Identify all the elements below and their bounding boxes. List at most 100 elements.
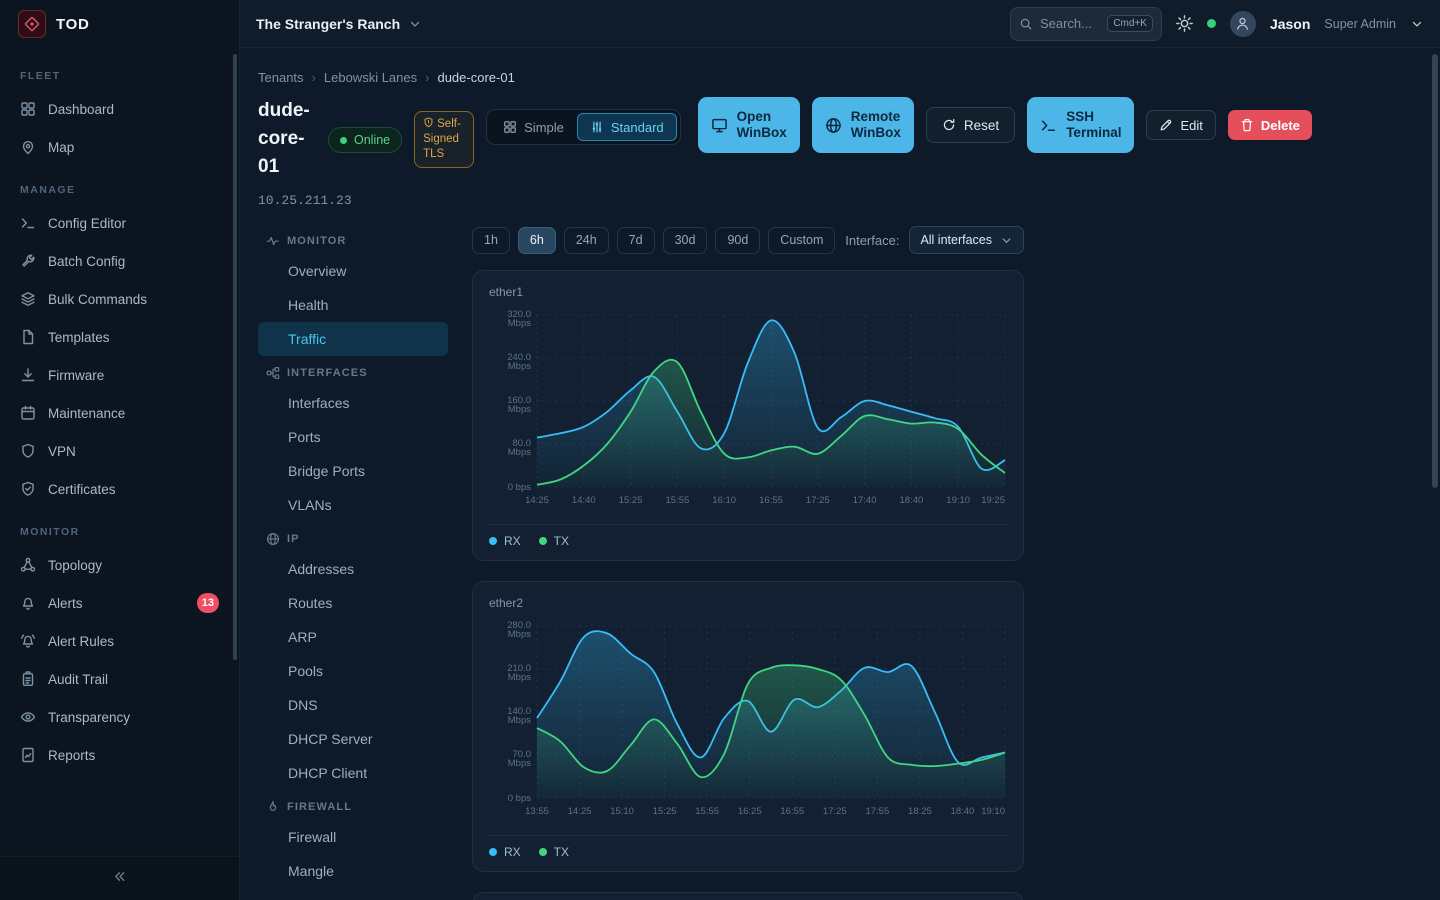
svg-text:Mbps: Mbps [508,447,531,458]
legend-dot-icon [489,537,497,545]
subnav-item-addr-lists[interactable]: Addr Lists [258,888,448,900]
breadcrumb-item-lebowski-lanes[interactable]: Lebowski Lanes [324,70,417,85]
subnav-item-addresses[interactable]: Addresses [258,552,448,586]
sidebar-item-topology[interactable]: Topology [0,546,239,584]
sidebar-item-label: Reports [48,748,95,763]
chart-toolbar: 1h 6h 24h 7d 30d 90d Custom Interface: All int… [472,226,1024,254]
svg-text:17:25: 17:25 [823,806,847,817]
range-pill-24h[interactable]: 24h [564,227,609,254]
chart-legend: RXTX [487,524,1009,550]
shield-check-icon [20,481,36,497]
sidebar-item-firmware[interactable]: Firmware [0,356,239,394]
theme-toggle-button[interactable] [1176,15,1193,32]
sidebar-item-vpn[interactable]: VPN [0,432,239,470]
main-area: The Stranger's Ranch Cmd+K Jason Super A… [240,0,1440,900]
tenant-selector[interactable]: The Stranger's Ranch [256,16,422,32]
sliders-icon [590,120,604,134]
svg-text:16:25: 16:25 [738,806,762,817]
svg-text:15:55: 15:55 [666,495,690,506]
sidebar-item-templates[interactable]: Templates [0,318,239,356]
svg-text:Mbps: Mbps [508,672,531,683]
sidebar-item-bulk-commands[interactable]: Bulk Commands [0,280,239,318]
legend-item-tx: TX [539,845,569,859]
page-scrollbar[interactable] [1432,54,1438,488]
eye-icon [20,709,36,725]
body-columns: MONITOROverviewHealthTrafficINTERFACESIn… [258,224,1422,900]
wrench-icon [20,253,36,269]
subnav-item-bridge-ports[interactable]: Bridge Ports [258,454,448,488]
sidebar-item-certificates[interactable]: Certificates [0,470,239,508]
search-icon [1019,17,1033,31]
search-input[interactable] [1040,16,1100,31]
svg-text:19:10: 19:10 [946,495,970,506]
range-pill-6h[interactable]: 6h [518,227,556,254]
subnav-item-vlans[interactable]: VLANs [258,488,448,522]
subnav-item-routes[interactable]: Routes [258,586,448,620]
interface-select[interactable]: All interfaces [909,226,1024,254]
subnav-item-interfaces[interactable]: Interfaces [258,386,448,420]
subnav-item-pools[interactable]: Pools [258,654,448,688]
subnav-item-traffic[interactable]: Traffic [258,322,448,356]
interface-filter: Interface: All interfaces [845,226,1024,254]
subnav-item-dhcp-server[interactable]: DHCP Server [258,722,448,756]
sidebar-item-alerts[interactable]: Alerts13 [0,584,239,622]
svg-text:Mbps: Mbps [508,318,531,329]
sidebar-item-transparency[interactable]: Transparency [0,698,239,736]
sidebar-item-audit-trail[interactable]: Audit Trail [0,660,239,698]
subnav-item-dhcp-client[interactable]: DHCP Client [258,756,448,790]
legend-item-tx: TX [539,534,569,548]
range-pill-custom[interactable]: Custom [768,227,835,254]
sidebar-item-dashboard[interactable]: Dashboard [0,90,239,128]
subnav-item-arp[interactable]: ARP [258,620,448,654]
range-pill-90d[interactable]: 90d [715,227,760,254]
terminal-icon [20,215,36,231]
subnav-item-health[interactable]: Health [258,288,448,322]
user-menu-chevron-icon[interactable] [1410,17,1424,31]
sidebar-item-label: Alerts [48,596,83,611]
svg-text:0 bps: 0 bps [508,793,531,804]
sidebar-item-maintenance[interactable]: Maintenance [0,394,239,432]
avatar[interactable] [1230,11,1256,37]
mode-standard-button[interactable]: Standard [577,113,677,141]
subnav-item-mangle[interactable]: Mangle [258,854,448,888]
search-box[interactable]: Cmd+K [1010,7,1162,41]
sidebar-item-label: Templates [48,330,110,345]
subnav-item-ports[interactable]: Ports [258,420,448,454]
subnav-item-dns[interactable]: DNS [258,688,448,722]
mode-simple-button[interactable]: Simple [490,113,577,141]
delete-button[interactable]: Delete [1228,110,1312,140]
svg-text:Mbps: Mbps [508,404,531,415]
sidebar-item-reports[interactable]: Reports [0,736,239,774]
content-scrollbar[interactable] [233,54,237,660]
breadcrumb-item-tenants[interactable]: Tenants [258,70,304,85]
reset-button[interactable]: Reset [926,107,1015,143]
svg-text:16:55: 16:55 [780,806,804,817]
traffic-chart: 13:5514:2515:1015:2515:5516:2516:5517:25… [487,616,1011,822]
ssh-terminal-button[interactable]: SSH Terminal [1027,97,1134,153]
range-pill-1h[interactable]: 1h [472,227,510,254]
open-winbox-button[interactable]: Open WinBox [698,97,800,153]
range-pill-7d[interactable]: 7d [617,227,655,254]
sidebar-item-batch-config[interactable]: Batch Config [0,242,239,280]
range-pill-30d[interactable]: 30d [663,227,708,254]
svg-text:Mbps: Mbps [508,758,531,769]
calendar-icon [20,405,36,421]
sidebar-item-config-editor[interactable]: Config Editor [0,204,239,242]
svg-text:18:40: 18:40 [900,495,924,506]
subnav-item-overview[interactable]: Overview [258,254,448,288]
subnav-item-firewall[interactable]: Firewall [258,820,448,854]
legend-dot-icon [489,848,497,856]
sidebar-collapse-button[interactable] [0,856,239,900]
svg-text:17:40: 17:40 [853,495,877,506]
sidebar-item-map[interactable]: Map [0,128,239,166]
online-dot-icon [340,137,347,144]
sidebar-item-label: Batch Config [48,254,125,269]
map-pin-icon [20,139,36,155]
content: Tenants›Lebowski Lanes›dude-core-01 dude… [240,48,1440,900]
interface-select-value: All interfaces [920,233,992,247]
remote-winbox-button[interactable]: Remote WinBox [812,97,914,153]
sidebar-item-label: Transparency [48,710,130,725]
sidebar-item-alert-rules[interactable]: Alert Rules [0,622,239,660]
device-header: dude-core-01 10.25.211.23 Online Self-Si… [258,97,1422,208]
edit-button[interactable]: Edit [1146,110,1215,140]
